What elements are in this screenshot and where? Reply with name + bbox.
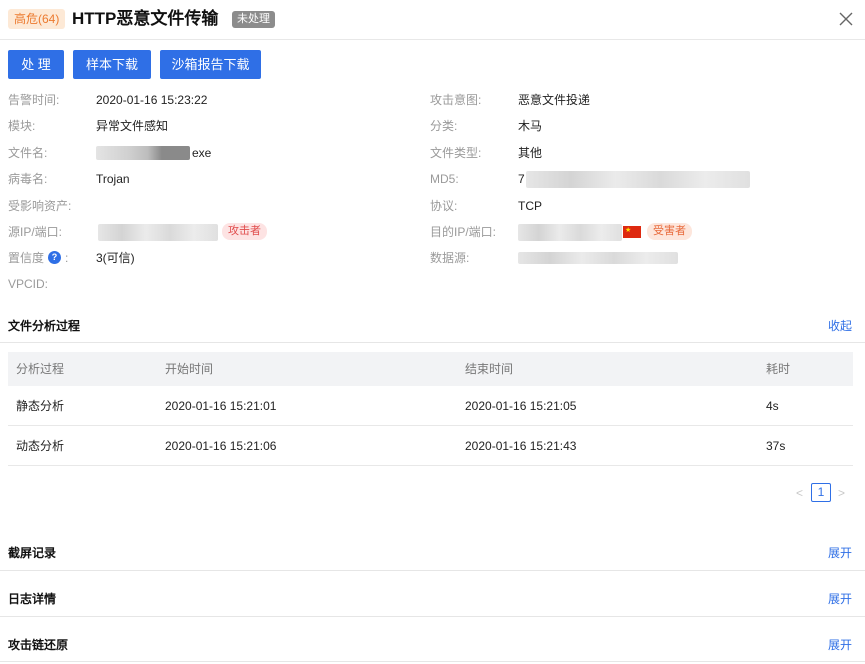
row-end-time: 2020-01-16 15:21:05 bbox=[465, 399, 577, 413]
row-start-time: 2020-01-16 15:21:01 bbox=[165, 399, 277, 413]
redacted-src-ip bbox=[98, 224, 218, 241]
src-ip-label: 源IP/端口: bbox=[8, 225, 63, 239]
screenshot-section-title: 截屏记录 bbox=[8, 546, 57, 560]
help-icon[interactable]: ? bbox=[48, 251, 61, 264]
row-process: 静态分析 bbox=[16, 399, 65, 413]
page-title: HTTP恶意文件传输 bbox=[72, 9, 219, 28]
virus-name-value: Trojan bbox=[96, 172, 130, 186]
confidence-colon: : bbox=[65, 251, 69, 265]
analysis-section-title: 文件分析过程 bbox=[8, 319, 81, 333]
sample-download-button[interactable]: 样本下载 bbox=[73, 50, 151, 79]
row-duration: 37s bbox=[766, 439, 786, 453]
pager-next-button[interactable]: > bbox=[838, 486, 845, 500]
virus-name-label: 病毒名: bbox=[8, 172, 48, 186]
handle-button[interactable]: 处 理 bbox=[8, 50, 64, 79]
protocol-value: TCP bbox=[518, 199, 542, 213]
row-end-time: 2020-01-16 15:21:43 bbox=[465, 439, 577, 453]
pager-page-1[interactable]: 1 bbox=[811, 483, 831, 502]
attacker-tag: 攻击者 bbox=[222, 223, 267, 240]
file-name-value: exe bbox=[192, 146, 212, 160]
row-start-time: 2020-01-16 15:21:06 bbox=[165, 439, 277, 453]
attack-chain-section-title: 攻击链还原 bbox=[8, 638, 69, 652]
alert-time-value: 2020-01-16 15:23:22 bbox=[96, 93, 208, 107]
severity-badge: 高危(64) bbox=[8, 9, 66, 29]
redacted-dst-ip bbox=[518, 224, 622, 241]
file-type-value: 其他 bbox=[518, 146, 543, 160]
divider bbox=[0, 661, 865, 662]
confidence-value: 3(可信) bbox=[96, 251, 135, 265]
redacted-data-source bbox=[518, 252, 678, 264]
china-flag-icon: ★ bbox=[623, 226, 641, 238]
redacted-md5 bbox=[526, 171, 750, 188]
protocol-label: 协议: bbox=[430, 199, 458, 213]
vpcid-label: VPCID: bbox=[8, 277, 49, 291]
sandbox-report-download-button[interactable]: 沙箱报告下载 bbox=[160, 50, 261, 79]
column-header-end: 结束时间 bbox=[465, 362, 514, 376]
attack-chain-expand-link[interactable]: 展开 bbox=[828, 637, 852, 653]
dst-ip-label: 目的IP/端口: bbox=[430, 225, 497, 239]
alert-time-label: 告警时间: bbox=[8, 93, 60, 107]
divider bbox=[0, 616, 865, 617]
screenshot-expand-link[interactable]: 展开 bbox=[828, 545, 852, 561]
data-source-label: 数据源: bbox=[430, 251, 470, 265]
module-value: 异常文件感知 bbox=[96, 119, 169, 133]
category-value: 木马 bbox=[518, 119, 543, 133]
dialog-header: 高危(64) HTTP恶意文件传输 未处理 bbox=[0, 0, 865, 40]
table-row: 动态分析 2020-01-16 15:21:06 2020-01-16 15:2… bbox=[8, 426, 853, 466]
md5-value: 7 bbox=[518, 172, 525, 186]
table-header: 分析过程 开始时间 结束时间 耗时 bbox=[8, 352, 853, 386]
confidence-label: 置信度 bbox=[8, 251, 45, 265]
row-duration: 4s bbox=[766, 399, 779, 413]
column-header-process: 分析过程 bbox=[16, 362, 65, 376]
divider bbox=[0, 570, 865, 571]
module-label: 模块: bbox=[8, 119, 36, 133]
attack-intent-value: 恶意文件投递 bbox=[518, 93, 591, 107]
column-header-duration: 耗时 bbox=[766, 362, 791, 376]
attack-intent-label: 攻击意图: bbox=[430, 93, 482, 107]
divider bbox=[0, 342, 865, 343]
status-badge: 未处理 bbox=[232, 11, 275, 28]
redacted-file-name bbox=[96, 146, 190, 160]
file-type-label: 文件类型: bbox=[430, 146, 482, 160]
file-name-label: 文件名: bbox=[8, 146, 48, 160]
row-process: 动态分析 bbox=[16, 439, 65, 453]
column-header-start: 开始时间 bbox=[165, 362, 214, 376]
table-row: 静态分析 2020-01-16 15:21:01 2020-01-16 15:2… bbox=[8, 386, 853, 426]
close-icon[interactable] bbox=[837, 10, 855, 28]
log-details-expand-link[interactable]: 展开 bbox=[828, 591, 852, 607]
analysis-collapse-link[interactable]: 收起 bbox=[828, 318, 852, 334]
log-details-section-title: 日志详情 bbox=[8, 592, 57, 606]
victim-tag: 受害者 bbox=[647, 223, 692, 240]
category-label: 分类: bbox=[430, 119, 458, 133]
pager-prev-button[interactable]: < bbox=[796, 486, 803, 500]
affected-assets-label: 受影响资产: bbox=[8, 199, 72, 213]
md5-label: MD5: bbox=[430, 172, 459, 186]
